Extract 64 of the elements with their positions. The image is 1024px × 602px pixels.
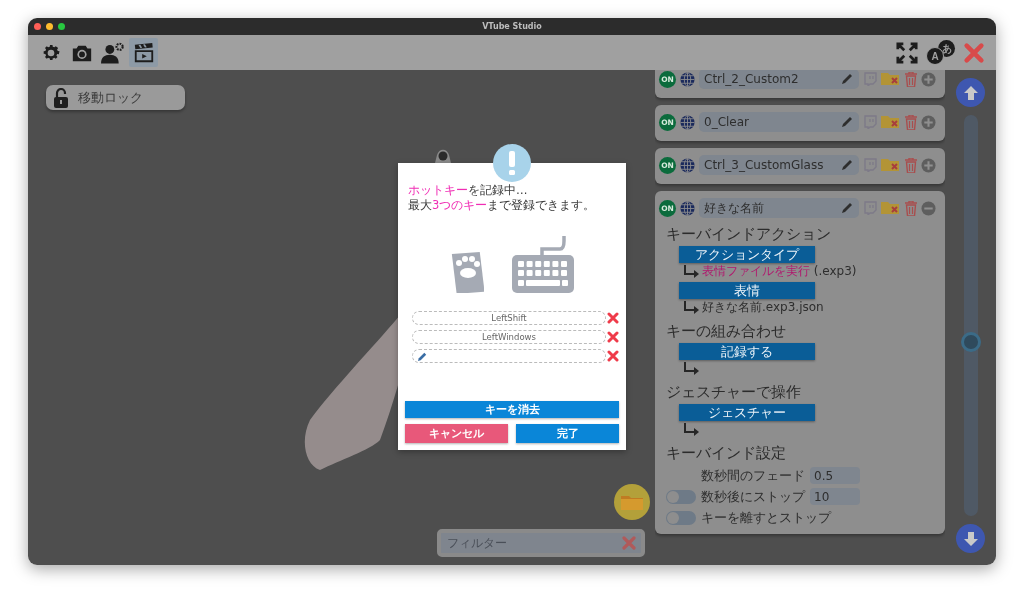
select-button[interactable]: 記録する (679, 343, 815, 360)
remove-key-icon[interactable] (607, 350, 619, 362)
globe-icon[interactable] (680, 200, 695, 216)
hotkey-name-field[interactable]: Ctrl_3_CustomGlass (699, 155, 859, 175)
setting-label: キーを離すとストップ (701, 508, 831, 527)
number-field[interactable]: 10 (810, 488, 860, 505)
selected-value: 好きな名前.exp3.json (702, 299, 824, 315)
clear-keys-button[interactable]: キーを消去 (405, 401, 619, 418)
pencil-icon[interactable] (840, 158, 854, 172)
expand-icon[interactable] (921, 157, 936, 173)
scroll-handle[interactable] (960, 332, 981, 352)
pencil-icon[interactable] (840, 201, 854, 215)
up-arrow-icon[interactable] (962, 84, 979, 101)
folder-remove-icon[interactable] (881, 201, 901, 215)
select-button[interactable]: 表情 (679, 282, 815, 299)
toggle-switch[interactable] (666, 489, 696, 504)
move-lock-button[interactable]: 移動ロック (46, 85, 185, 110)
number-field[interactable]: 0.5 (810, 467, 860, 484)
setting-label: 数秒間のフェード (701, 466, 805, 485)
close-window-button[interactable] (34, 23, 41, 30)
folder-button[interactable] (614, 484, 650, 520)
cancel-button[interactable]: キャンセル (405, 424, 508, 443)
return-arrow-icon (682, 265, 700, 279)
expand-icon[interactable] (921, 114, 936, 130)
dialog-message: 最大3つのキーまで登録できます。 (408, 198, 597, 213)
folder-remove-icon[interactable] (881, 72, 901, 86)
hotkey-name-field[interactable]: Ctrl_2_Custom2 (699, 70, 859, 89)
setting-label: 数秒後にストップ (701, 487, 805, 506)
folder-remove-icon[interactable] (881, 158, 901, 172)
select-button[interactable]: ジェスチャー (679, 404, 815, 421)
remove-key-icon[interactable] (607, 331, 619, 343)
toggle-switch[interactable] (666, 510, 696, 525)
zoom-window-button[interactable] (58, 23, 65, 30)
select-button[interactable]: アクションタイプ (679, 246, 815, 263)
dialog-message: ホットキーを記録中… (408, 183, 529, 198)
return-arrow-icon (682, 423, 700, 437)
pencil-icon[interactable] (840, 115, 854, 129)
keyboard-icon (512, 235, 574, 293)
remove-key-icon[interactable] (607, 312, 619, 324)
globe-icon[interactable] (680, 114, 695, 130)
down-arrow-icon[interactable] (962, 530, 979, 547)
language-button[interactable]: A あ (923, 38, 957, 67)
hotkey-name-field[interactable]: 0_Clear (699, 112, 859, 132)
expand-icon[interactable] (921, 71, 936, 87)
selected-value: 表情ファイルを実行 (.exp3) (702, 263, 857, 279)
done-button[interactable]: 完了 (516, 424, 619, 443)
hotkey-name-field[interactable]: 好きな名前 (699, 198, 859, 218)
return-arrow-icon (682, 362, 700, 376)
section-heading: キーバインド設定 (666, 444, 787, 463)
scroll-down-button[interactable] (956, 524, 985, 553)
ornament-drawing (433, 147, 453, 163)
pencil-icon[interactable] (840, 72, 854, 86)
section-heading: キーバインドアクション (666, 225, 832, 244)
section-heading: ジェスチャーで操作 (666, 383, 802, 402)
return-arrow-icon (682, 301, 700, 315)
scroll-up-button[interactable] (956, 78, 985, 107)
globe-icon[interactable] (680, 71, 695, 87)
globe-icon[interactable] (680, 157, 695, 173)
section-heading: キーの組み合わせ (666, 322, 787, 341)
folder-remove-icon[interactable] (881, 115, 901, 129)
window-title: VTube Studio (482, 22, 542, 31)
minimize-window-button[interactable] (46, 23, 53, 30)
collapse-icon[interactable] (921, 200, 936, 216)
pencil-icon (417, 350, 428, 362)
